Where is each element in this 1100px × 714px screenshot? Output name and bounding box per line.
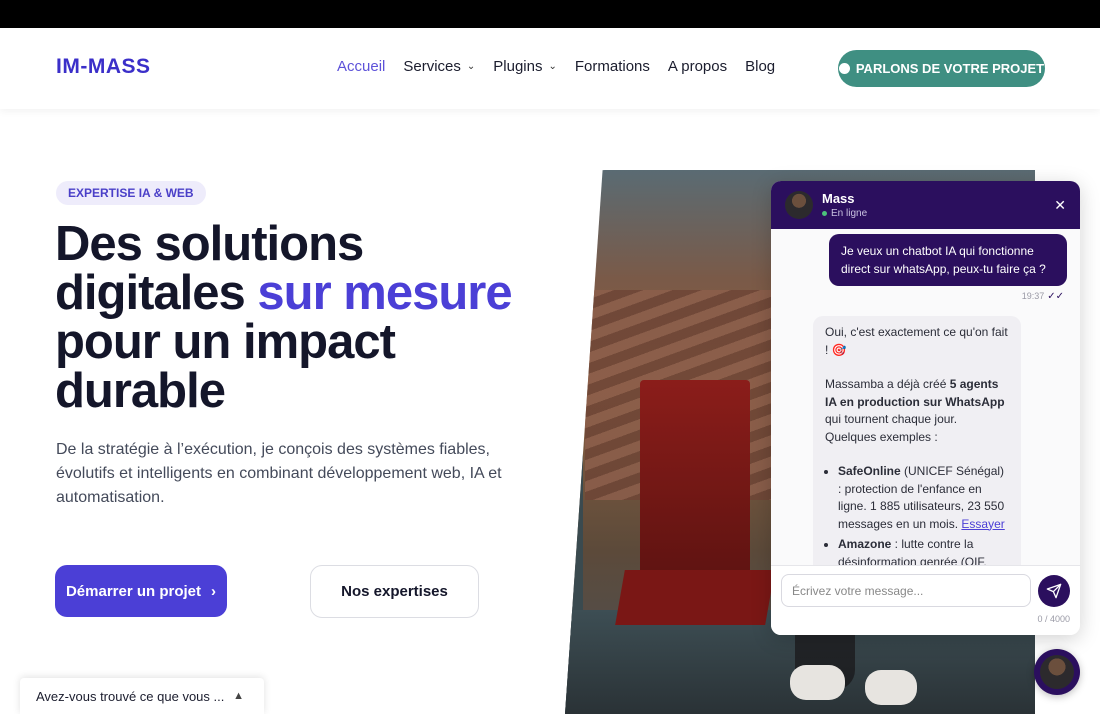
hero-title-accent: sur mesure <box>257 266 512 320</box>
robot-foot <box>790 665 845 700</box>
bot-paragraph: Massamba a déjà créé 5 agents IA en prod… <box>825 376 1009 446</box>
chevron-up-icon[interactable]: ▲ <box>233 690 244 702</box>
chat-header: Mass En ligne ✕ <box>771 181 1080 229</box>
chat-composer: Écrivez votre message... 0 / 4000 <box>771 565 1080 635</box>
start-project-button[interactable]: Démarrer un projet › <box>55 565 227 617</box>
feedback-survey-tab[interactable]: Avez-vous trouvé ce que vous ... ▲ <box>20 678 264 714</box>
try-link[interactable]: Essayer <box>961 517 1004 531</box>
hero-title-part2: pour un impact durable <box>55 315 396 418</box>
status-dot-icon <box>838 63 850 74</box>
bot-text: Massamba a déjà créé <box>825 377 950 391</box>
bot-examples-list: SafeOnline (UNICEF Sénégal) : protection… <box>825 463 1009 565</box>
chevron-right-icon: › <box>211 582 217 600</box>
expertises-label: Nos expertises <box>341 583 448 600</box>
nav-item-blog[interactable]: Blog <box>745 58 775 75</box>
nav-label: A propos <box>667 58 728 75</box>
nav-label: Accueil <box>337 58 386 75</box>
avatar <box>785 191 813 219</box>
bot-intro: Oui, c'est exactement ce qu'on fait ! 🎯 <box>825 325 1008 357</box>
nav-label: Plugins <box>493 58 543 75</box>
nav-item-accueil[interactable]: Accueil <box>337 58 385 75</box>
robot-foot <box>865 670 917 705</box>
main-nav: Accueil Services ⌄ Plugins ⌄ Formations A … <box>337 58 793 75</box>
online-dot-icon <box>822 211 827 216</box>
chat-status-label: En ligne <box>831 208 868 219</box>
character-counter: 0 / 4000 <box>1037 614 1070 624</box>
hero-description: De la stratégie à l’exécution, je conçoi… <box>56 441 502 506</box>
red-chair-seat <box>615 570 775 625</box>
avatar <box>1040 655 1074 689</box>
chat-launcher-button[interactable] <box>1034 649 1080 695</box>
message-time: 19:37 <box>1021 291 1045 301</box>
list-item: SafeOnline (UNICEF Sénégal) : protection… <box>838 463 1009 533</box>
list-item: Amazone : lutte contre la désinformation… <box>838 536 1009 565</box>
send-button[interactable] <box>1038 575 1070 607</box>
chevron-down-icon: ⌄ <box>466 61 476 72</box>
close-icon[interactable]: ✕ <box>1054 197 1066 214</box>
site-header: IM-MASS Accueil Services ⌄ Plugins ⌄ Forma… <box>0 28 1100 109</box>
site-logo[interactable]: IM-MASS <box>56 55 151 79</box>
start-project-label: Démarrer un projet <box>65 582 202 600</box>
chevron-down-icon: ⌄ <box>548 61 557 72</box>
expertises-button[interactable]: Nos expertises <box>310 565 479 618</box>
read-ticks-icon: ✓✓ <box>1047 291 1064 302</box>
nav-label: Services <box>403 58 461 75</box>
chat-message-input[interactable]: Écrivez votre message... <box>781 574 1031 607</box>
item-name: Amazone <box>838 537 892 551</box>
item-name: SafeOnline <box>838 464 901 478</box>
nav-item-plugins[interactable]: Plugins ⌄ <box>493 58 557 75</box>
chat-messages[interactable]: Je veux un chatbot IA qui fonctionne dir… <box>771 229 1080 565</box>
hero-title: Des solutions digitales sur mesure pour … <box>55 220 555 416</box>
contact-cta-button[interactable]: PARLONS DE VOTRE PROJET <box>838 50 1045 87</box>
nav-label: Blog <box>745 58 776 75</box>
nav-item-formations[interactable]: Formations <box>575 58 650 75</box>
survey-question: Avez-vous trouvé ce que vous ... <box>36 688 225 704</box>
chat-status: En ligne <box>822 208 867 219</box>
user-message: Je veux un chatbot IA qui fonctionne dir… <box>829 234 1067 286</box>
expertise-badge: EXPERTISE IA & WEB <box>56 181 206 205</box>
nav-item-services[interactable]: Services ⌄ <box>403 58 475 75</box>
send-icon <box>1046 583 1062 599</box>
bot-message: Oui, c'est exactement ce qu'on fait ! 🎯 … <box>813 316 1021 565</box>
cta-label: PARLONS DE VOTRE PROJET <box>855 61 1045 76</box>
chat-widget: Mass En ligne ✕ Je veux un chatbot IA qu… <box>771 181 1080 635</box>
red-chair-back <box>640 380 750 600</box>
bot-text: qui tournent chaque jour. Quelques exemp… <box>825 412 958 444</box>
nav-label: Formations <box>574 58 650 75</box>
message-timestamp: 19:37 ✓✓ <box>1022 291 1064 302</box>
chat-agent-name: Mass <box>822 191 855 206</box>
top-black-bar <box>0 0 1100 28</box>
nav-item-a-propos[interactable]: A propos <box>668 58 727 75</box>
